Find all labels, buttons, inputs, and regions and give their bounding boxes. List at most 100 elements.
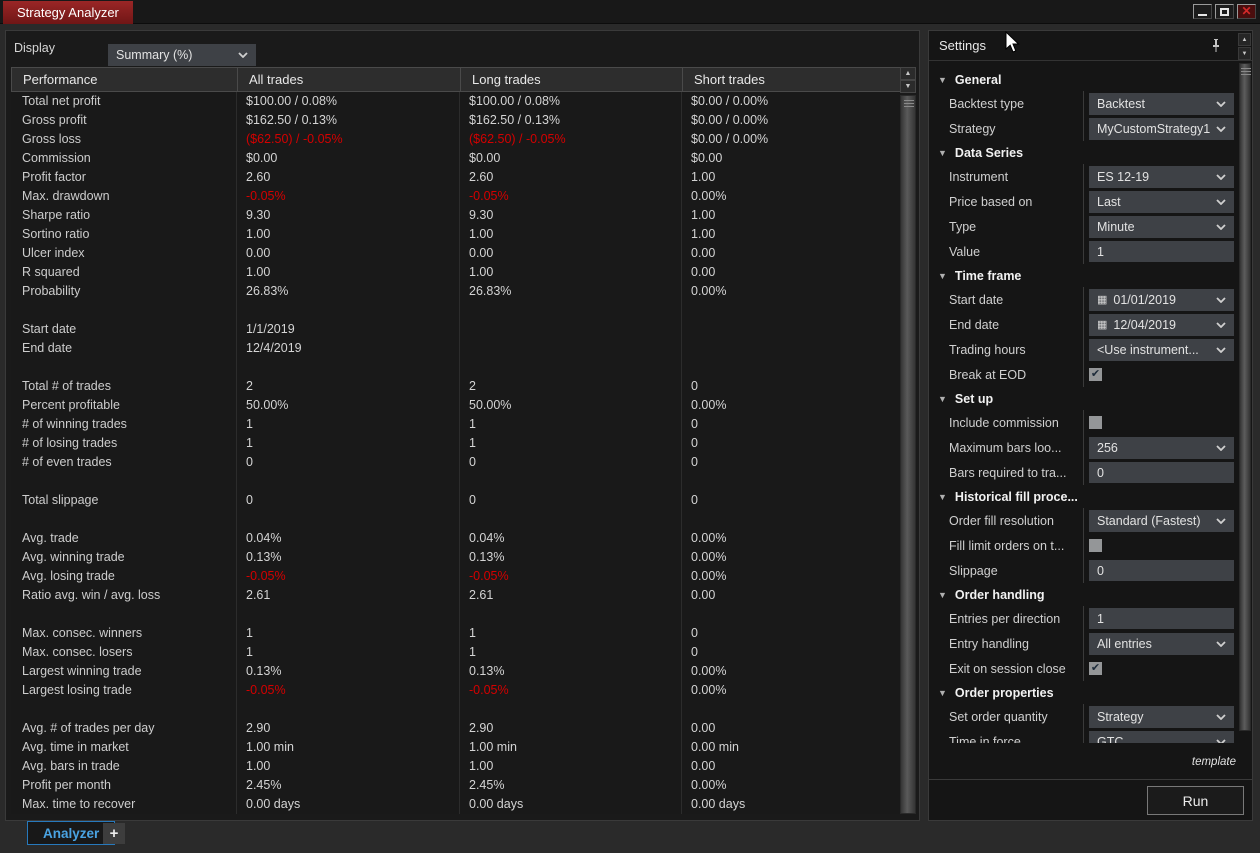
table-cell: 0.00% xyxy=(681,681,901,700)
table-cell: 0.04% xyxy=(459,529,681,548)
table-cell: ($62.50) / -0.05% xyxy=(236,130,459,149)
column-header-performance[interactable]: Performance xyxy=(12,68,237,91)
table-row: Gross loss ($62.50) / -0.05% ($62.50) / -0… xyxy=(11,130,901,149)
dropdown-entry-handling[interactable]: All entries xyxy=(1089,632,1234,655)
setting-row-price-based-on: Price based on Last xyxy=(929,189,1241,214)
dropdown-strategy[interactable]: MyCustomStrategy1 xyxy=(1089,117,1234,140)
row-label: Max. consec. winners xyxy=(22,626,143,640)
section-label: Time frame xyxy=(954,268,1022,283)
row-label: # of winning trades xyxy=(22,417,127,431)
checkbox-fill-limit-orders-on-t[interactable] xyxy=(1089,539,1102,552)
dropdown-type[interactable]: Minute xyxy=(1089,215,1234,238)
checkbox-exit-on-session-close[interactable]: ✔ xyxy=(1089,662,1102,675)
dropdown-instrument[interactable]: ES 12-19 xyxy=(1089,165,1234,188)
table-cell: 0.00 days xyxy=(681,795,901,814)
column-header-long-trades[interactable]: Long trades xyxy=(460,68,682,91)
table-scrollbar-thumb[interactable] xyxy=(900,95,916,814)
row-label: Gross profit xyxy=(22,113,87,127)
table-row: Max. time to recover 0.00 days 0.00 days 0.… xyxy=(11,795,901,814)
section-label: Set up xyxy=(954,391,994,406)
checkbox-include-commission[interactable] xyxy=(1089,416,1102,429)
section-header-historical-fill-proce[interactable]: ▼ Historical fill proce... xyxy=(929,485,1241,508)
table-cell: -0.05% xyxy=(236,567,459,586)
setting-label: Trading hours xyxy=(949,342,1026,357)
checkbox-break-at-eod[interactable]: ✔ xyxy=(1089,368,1102,381)
close-icon: ✕ xyxy=(1241,4,1252,18)
table-cell: 2.61 xyxy=(459,586,681,605)
section-header-time-frame[interactable]: ▼ Time frame xyxy=(929,264,1241,287)
section-header-data-series[interactable]: ▼ Data Series xyxy=(929,141,1241,164)
input-value: 0 xyxy=(1097,563,1104,578)
row-label xyxy=(11,358,236,377)
setting-label: Bars required to tra... xyxy=(949,465,1067,480)
maximize-button[interactable] xyxy=(1215,4,1234,19)
input-bars-required-to-tra[interactable]: 0 xyxy=(1089,462,1234,483)
row-label: Ratio avg. win / avg. loss xyxy=(22,588,161,602)
table-row: Total slippage 0 0 0 xyxy=(11,491,901,510)
row-label: # of even trades xyxy=(22,455,112,469)
dropdown-value: <Use instrument... xyxy=(1097,342,1199,357)
run-button[interactable]: Run xyxy=(1147,786,1244,815)
dropdown-trading-hours[interactable]: <Use instrument... xyxy=(1089,338,1234,361)
dropdown-set-order-quantity[interactable]: Strategy xyxy=(1089,705,1234,728)
pin-icon[interactable] xyxy=(1210,38,1222,58)
table-cell: $100.00 / 0.08% xyxy=(459,92,681,111)
table-row: Sharpe ratio 9.30 9.30 1.00 xyxy=(11,206,901,225)
setting-label: Time in force xyxy=(949,734,1021,744)
dropdown-end-date[interactable]: ▦ 12/04/2019 xyxy=(1089,313,1234,336)
table-cell: 0.00 days xyxy=(459,795,681,814)
table-cell: -0.05% xyxy=(236,187,459,206)
table-row: Sortino ratio 1.00 1.00 1.00 xyxy=(11,225,901,244)
table-cell: 2.90 xyxy=(236,719,459,738)
template-link[interactable]: template xyxy=(1192,756,1236,768)
chevron-down-icon xyxy=(1216,125,1226,132)
setting-label: Maximum bars loo... xyxy=(949,440,1062,455)
setting-row-slippage: Slippage 0 xyxy=(929,558,1241,583)
input-entries-per-direction[interactable]: 1 xyxy=(1089,608,1234,629)
add-tab-button[interactable]: + xyxy=(103,823,125,844)
column-header-all-trades[interactable]: All trades xyxy=(237,68,460,91)
table-cell: 0 xyxy=(236,453,459,472)
row-label: Probability xyxy=(22,284,81,298)
section-header-set-up[interactable]: ▼ Set up xyxy=(929,387,1241,410)
table-cell xyxy=(236,605,459,624)
close-button[interactable]: ✕ xyxy=(1237,4,1256,19)
table-cell: 0.00% xyxy=(681,529,901,548)
scroll-down-button[interactable]: ▼ xyxy=(900,80,916,93)
setting-row-start-date: Start date ▦ 01/01/2019 xyxy=(929,287,1241,312)
scroll-up-button[interactable]: ▲ xyxy=(900,67,916,80)
settings-scroll-down-button[interactable]: ▼ xyxy=(1238,47,1251,60)
maximize-icon xyxy=(1220,7,1229,16)
dropdown-price-based-on[interactable]: Last xyxy=(1089,190,1234,213)
table-row: Largest winning trade 0.13% 0.13% 0.00% xyxy=(11,662,901,681)
input-slippage[interactable]: 0 xyxy=(1089,560,1234,581)
dropdown-order-fill-resolution[interactable]: Standard (Fastest) xyxy=(1089,509,1234,532)
table-cell: 1 xyxy=(236,624,459,643)
table-cell: 2.61 xyxy=(236,586,459,605)
section-header-general[interactable]: ▼ General xyxy=(929,68,1241,91)
section-label: General xyxy=(954,72,1002,87)
settings-scroll-up-button[interactable]: ▲ xyxy=(1238,33,1251,46)
table-cell: 0 xyxy=(681,434,901,453)
table-cell: 1 xyxy=(459,624,681,643)
dropdown-backtest-type[interactable]: Backtest xyxy=(1089,92,1234,115)
setting-row-set-order-quantity: Set order quantity Strategy xyxy=(929,704,1241,729)
input-value[interactable]: 1 xyxy=(1089,241,1234,262)
table-cell: 1.00 xyxy=(459,225,681,244)
table-row: Commission $0.00 $0.00 $0.00 xyxy=(11,149,901,168)
table-cell xyxy=(681,301,901,320)
dropdown-maximum-bars-loo[interactable]: 256 xyxy=(1089,436,1234,459)
section-header-order-handling[interactable]: ▼ Order handling xyxy=(929,583,1241,606)
dropdown-start-date[interactable]: ▦ 01/01/2019 xyxy=(1089,288,1234,311)
table-cell: 0.00% xyxy=(681,548,901,567)
dropdown-time-in-force[interactable]: GTC xyxy=(1089,730,1234,743)
section-header-order-properties[interactable]: ▼ Order properties xyxy=(929,681,1241,704)
table-cell: 1.00 xyxy=(681,225,901,244)
minimize-button[interactable] xyxy=(1193,4,1212,19)
table-cell: 0 xyxy=(459,453,681,472)
display-dropdown[interactable]: Summary (%) xyxy=(108,44,256,66)
table-cell: 0.00 days xyxy=(236,795,459,814)
column-header-short-trades[interactable]: Short trades xyxy=(682,68,902,91)
table-cell xyxy=(459,700,681,719)
row-label: Profit factor xyxy=(22,170,86,184)
